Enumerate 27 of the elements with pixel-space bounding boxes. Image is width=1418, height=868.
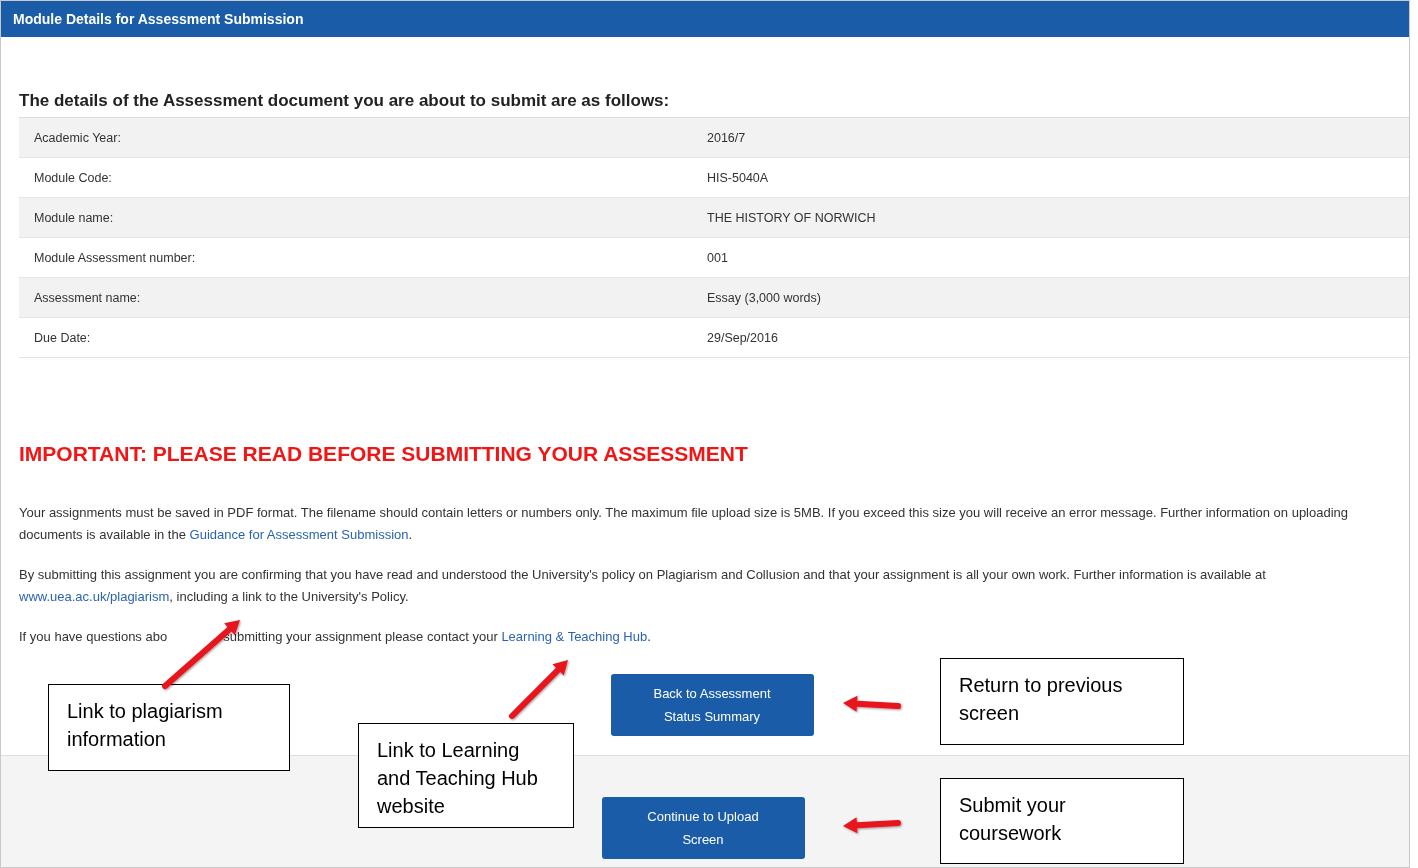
annotation-callout: Submit your coursework (940, 778, 1184, 864)
annotation-callout: Link to Learning and Teaching Hub website (358, 723, 574, 828)
warning-heading: IMPORTANT: PLEASE READ BEFORE SUBMITTING YOUR ASSESSMENT (19, 442, 749, 466)
annotation-callout: Link to plagiarism information (48, 684, 290, 771)
field-label: Module name: (33, 210, 115, 225)
field-value: 001 (707, 250, 728, 265)
pointer-arrow (843, 817, 901, 834)
paragraph: Your assignments must be saved in PDF format. The filename should contain letters or numbers only. The maximum file upload size is 5MB. If you exceed this size you will receive an error message. Further information on uploading documents is available in the Guidance for Assessment Submission. (19, 504, 1350, 544)
pointer-arrow (509, 660, 568, 719)
field-value: THE HISTORY OF NORWICH (707, 210, 876, 225)
field-value: 2016/7 (707, 130, 746, 145)
paragraph: By submitting this assignment you are confirming that you have read and understood the University's policy on Plagiarism and Collusion and that your assignment is all your own work. Further information is available at www.uea.ac.uk/plagiarism, including a link to the University's Policy. (19, 566, 1267, 606)
field-label: Academic Year: (33, 130, 122, 145)
field-value: HIS-5040A (707, 170, 769, 185)
field-label: Module Assessment number: (33, 250, 197, 265)
panel-header: Module Details for Assessment Submission (1, 1, 1409, 37)
section-heading: The details of the Assessment document you are about to submit are as follows: (19, 91, 671, 111)
field-label: Module Code: (33, 170, 113, 185)
action-button[interactable]: Back to Assessment Status Summary (610, 674, 814, 736)
field-label: Assessment name: (33, 290, 142, 305)
field-value: 29/Sep/2016 (707, 330, 778, 345)
action-button[interactable]: Continue to Upload Screen (601, 797, 805, 859)
field-label: Due Date: (33, 330, 92, 345)
annotation-callout: Return to previous screen (940, 658, 1184, 745)
paragraph: If you have questions abo submitting your assignment please contact your Learning & Teaching Hub. (19, 628, 652, 646)
pointer-arrow (843, 695, 901, 712)
field-value: Essay (3,000 words) (707, 290, 821, 305)
